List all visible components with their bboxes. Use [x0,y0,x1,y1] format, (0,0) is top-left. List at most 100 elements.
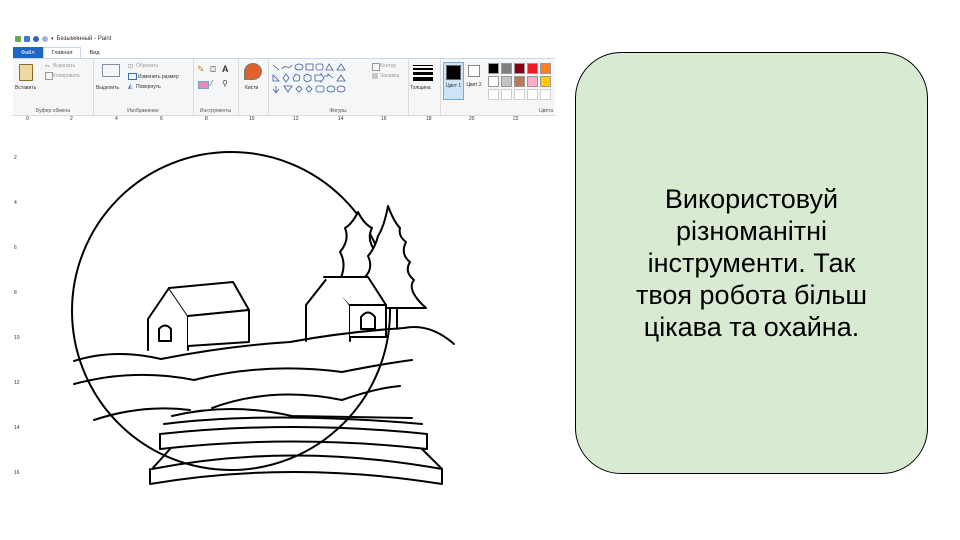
save-icon[interactable] [24,35,30,42]
resize-button[interactable]: Изменить размер [138,74,179,80]
color2-label: Цвет 2 [466,82,482,88]
select-button[interactable]: Выделить [96,85,119,91]
ruler-mark: 22 [513,116,519,122]
rotate-button[interactable]: Повернуть [136,84,161,90]
palette-swatch-empty[interactable] [488,89,499,100]
palette-swatch-empty[interactable] [527,89,538,100]
colors-group: Цвет 1 Цвет 2 Цвета [440,59,555,115]
line-size-icon[interactable] [413,65,433,81]
instruction-text: Використовуй різноманітні інструменти. Т… [636,184,867,342]
ruler-mark: 8 [205,116,208,122]
size-group: Толщина [408,59,441,115]
brushes-group: Кисти [238,59,269,115]
ruler-mark: 2 [70,116,73,122]
size-button[interactable]: Толщина [410,85,431,91]
ruler-mark: 0 [26,116,29,122]
clipboard-icon[interactable] [19,64,33,81]
color1-swatch [446,65,461,80]
pencil-icon[interactable]: ✎ [197,65,205,74]
palette-row-2 [488,76,555,87]
palette-swatch[interactable] [514,63,525,74]
fill-dropdown[interactable]: Заливка [380,73,399,79]
image-group: Выделить ⊡ Обрезать Изменить размер ◭ По… [93,59,194,115]
ribbon-tabs: Файл Главная Вид [13,47,555,59]
snow-hill [211,385,401,409]
vruler-mark: 2 [14,155,17,161]
globe-base [149,468,443,485]
vruler-mark: 16 [14,470,20,476]
palette-swatch[interactable] [501,76,512,87]
brush-icon[interactable] [244,63,262,80]
cut-button[interactable]: Вырезать [53,63,75,69]
palette-swatch-empty[interactable] [514,89,525,100]
tab-file[interactable]: Файл [13,47,43,58]
shapes-gallery[interactable] [271,62,359,96]
snow-hill [73,326,455,362]
drawing-canvas[interactable] [22,124,555,497]
title-bar: ▾ Безымянный - Paint [13,31,555,46]
color1-selector[interactable]: Цвет 1 [443,62,464,100]
vruler-mark: 4 [14,200,17,206]
fill-bucket-icon[interactable]: ⛋ [210,65,216,74]
vruler-mark: 6 [14,245,17,251]
palette-swatch[interactable] [488,63,499,74]
select-icon[interactable] [102,64,120,77]
ruler-mark: 18 [426,116,432,122]
ruler-mark: 20 [469,116,475,122]
ribbon: Вставить ✂ Вырезать Копировать Буфер обм… [13,59,555,116]
globe-base [159,440,428,450]
outline-dropdown[interactable]: Контур [380,63,396,69]
palette [488,63,555,100]
ruler-mark: 14 [338,116,344,122]
window-title: Безымянный - Paint [56,35,112,42]
paint-app-icon [15,35,21,42]
vruler-mark: 8 [14,290,17,296]
eraser-icon[interactable] [198,81,209,89]
crop-button[interactable]: Обрезать [136,63,158,69]
palette-swatch-empty[interactable] [501,89,512,100]
text-tool-icon[interactable]: A [222,64,229,74]
outline-icon [372,63,380,71]
magnifier-icon[interactable]: ⚲ [222,79,228,88]
paste-button[interactable]: Вставить [15,85,36,91]
clipboard-group-label: Буфер обмена [36,108,70,114]
vruler-mark: 12 [14,380,20,386]
rotate-icon: ◭ [128,84,133,90]
palette-swatch[interactable] [527,63,538,74]
paint-window: ▾ Безымянный - Paint Файл Главная Вид Вс… [13,31,555,497]
ruler-mark: 12 [293,116,299,122]
palette-swatch[interactable] [527,76,538,87]
image-group-label: Изображение [127,108,159,114]
brushes-button[interactable]: Кисти [245,85,258,91]
palette-swatch[interactable] [540,63,551,74]
tools-group: ✎ ⛋ A ⁄ ⚲ Инструменты [193,59,239,115]
palette-row-1 [488,63,555,74]
color2-selector[interactable]: Цвет 2 [466,62,482,98]
globe-base [159,426,428,435]
palette-swatch-empty[interactable] [540,89,551,100]
palette-swatch[interactable] [514,76,525,87]
tab-view[interactable]: Вид [81,47,107,58]
ruler-mark: 10 [249,116,255,122]
quick-access-dropdown-icon[interactable]: ▾ [51,36,54,42]
shapes-group: Контур Заливка Фигуры [268,59,409,115]
color-picker-icon[interactable]: ⁄ [211,79,212,88]
color1-label: Цвет 1 [445,83,462,89]
ruler-mark: 4 [115,116,118,122]
ruler-mark: 16 [381,116,387,122]
snow-hill [73,359,413,385]
ruler-mark: 6 [160,116,163,122]
palette-swatch[interactable] [488,76,499,87]
undo-icon[interactable] [33,35,39,42]
cut-icon: ✂ [45,64,51,70]
snow-globe-drawing [71,151,455,485]
instruction-card: Використовуй різноманітні інструменти. Т… [575,52,928,474]
redo-icon[interactable] [42,35,48,42]
resize-icon [128,73,137,80]
tab-home[interactable]: Главная [42,47,82,58]
crop-icon: ⊡ [128,64,134,70]
clipboard-group: Вставить ✂ Вырезать Копировать Буфер обм… [13,59,94,115]
copy-button[interactable]: Копировать [53,73,80,79]
palette-swatch[interactable] [540,76,551,87]
palette-swatch[interactable] [501,63,512,74]
